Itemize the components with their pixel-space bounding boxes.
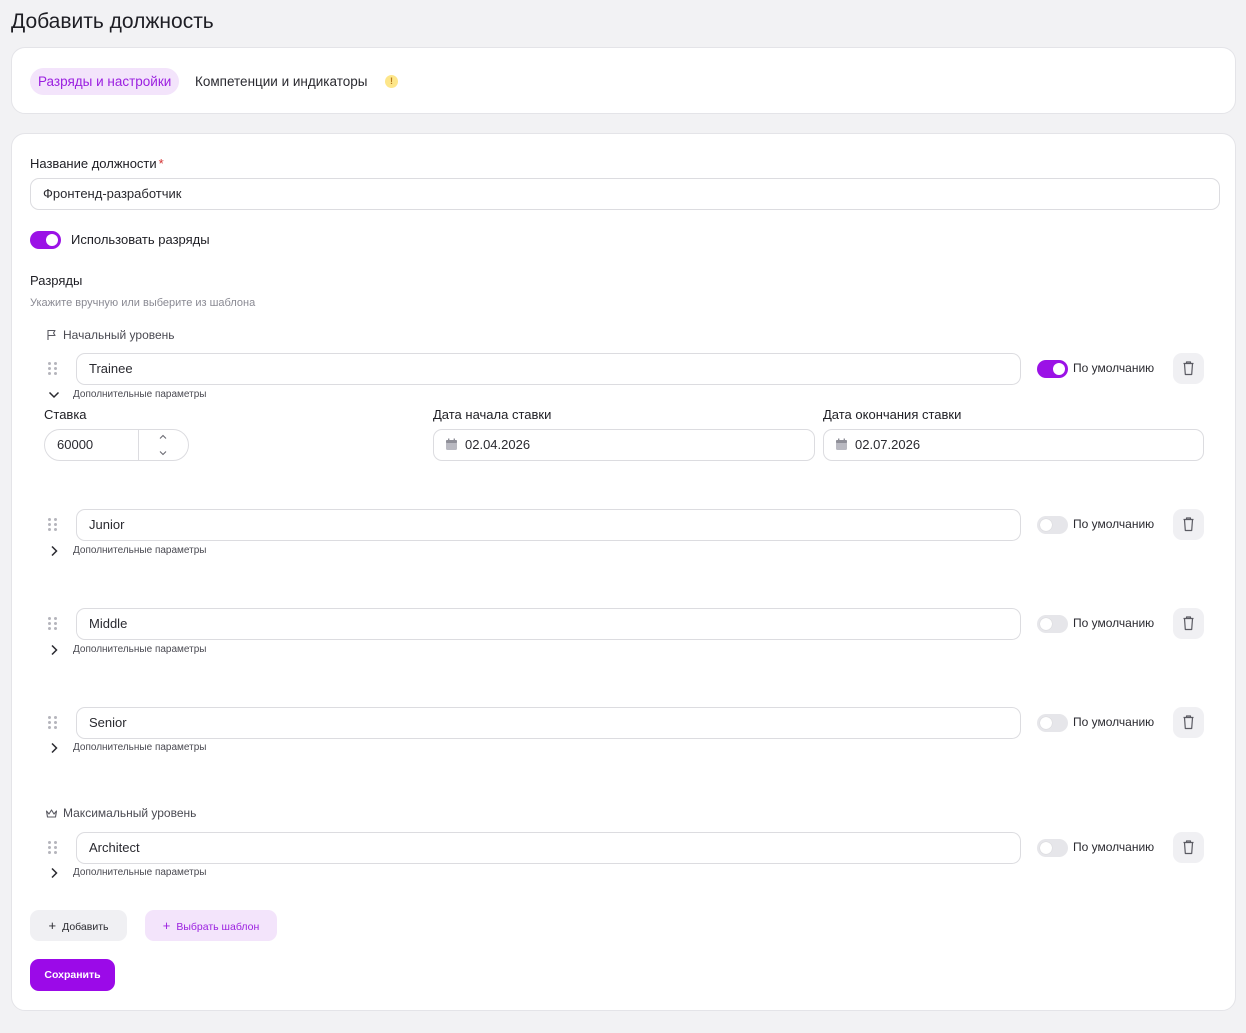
rate-label: Ставка [44, 407, 87, 422]
drag-handle-icon[interactable] [48, 518, 58, 532]
delete-grade-button[interactable] [1173, 707, 1204, 738]
toggle-knob [1053, 363, 1065, 375]
tab-grades-settings[interactable]: Разряды и настройки [30, 68, 180, 95]
max-level-label: Максимальный уровень [63, 806, 197, 820]
default-toggle[interactable] [1037, 714, 1068, 732]
save-button[interactable]: Сохранить [30, 959, 115, 991]
grade-name-input[interactable]: Trainee [76, 353, 1021, 385]
rate-end-date-input[interactable]: 02.07.2026 [823, 429, 1204, 461]
default-toggle[interactable] [1037, 516, 1068, 534]
rate-start-value: 02.04.2026 [465, 437, 531, 452]
default-toggle[interactable] [1037, 615, 1068, 633]
choose-template-button[interactable]: + Выбрать шаблон [145, 910, 277, 941]
chevron-up-icon[interactable] [158, 433, 168, 441]
delete-grade-button[interactable] [1173, 832, 1204, 863]
stepper-buttons [138, 430, 188, 460]
position-name-input[interactable]: Фронтенд-разработчик [30, 178, 1220, 210]
delete-grade-button[interactable] [1173, 509, 1204, 540]
calendar-icon [446, 438, 457, 450]
grades-title: Разряды [30, 273, 83, 288]
drag-handle-icon[interactable] [48, 617, 58, 631]
rate-stepper[interactable]: 60000 [44, 429, 189, 461]
grade-name-input[interactable]: Junior [76, 509, 1021, 541]
advanced-params-toggle[interactable]: Дополнительные параметры [73, 389, 206, 400]
trash-icon [1183, 616, 1194, 631]
crown-icon [45, 809, 58, 818]
toggle-knob [1040, 842, 1052, 854]
chevron-right-icon[interactable] [49, 545, 59, 557]
rate-start-date-input[interactable]: 02.04.2026 [433, 429, 815, 461]
grade-name-input[interactable]: Architect [76, 832, 1021, 864]
warning-icon: ! [385, 75, 398, 88]
position-name-label: Название должности * [30, 156, 164, 171]
grade-name-input[interactable]: Middle [76, 608, 1021, 640]
add-grade-label: Добавить [62, 921, 109, 933]
chevron-right-icon[interactable] [49, 742, 59, 754]
trash-icon [1183, 517, 1194, 532]
advanced-params-toggle[interactable]: Дополнительные параметры [73, 545, 206, 556]
chevron-right-icon[interactable] [49, 867, 59, 879]
grades-hint: Укажите вручную или выберите из шаблона [30, 297, 256, 309]
default-toggle[interactable] [1037, 360, 1068, 378]
flag-icon [47, 329, 56, 340]
calendar-icon [836, 438, 847, 450]
plus-icon: + [48, 918, 57, 933]
advanced-params-toggle[interactable]: Дополнительные параметры [73, 867, 206, 878]
position-name-label-text: Название должности [30, 156, 157, 171]
trash-icon [1183, 715, 1194, 730]
tab-competencies[interactable]: Компетенции и индикаторы [187, 68, 375, 95]
grade-name-input[interactable]: Senior [76, 707, 1021, 739]
start-level-label: Начальный уровень [63, 328, 175, 342]
default-label: По умолчанию [1073, 840, 1155, 854]
tabs-bar: Разряды и настройки Компетенции и индика… [11, 47, 1236, 114]
drag-handle-icon[interactable] [48, 716, 58, 730]
toggle-knob [46, 234, 58, 246]
required-mark: * [158, 156, 164, 171]
page-title: Добавить должность [11, 10, 214, 33]
drag-handle-icon[interactable] [48, 841, 58, 855]
advanced-params-toggle[interactable]: Дополнительные параметры [73, 644, 206, 655]
advanced-params-toggle[interactable]: Дополнительные параметры [73, 742, 206, 753]
rate-end-value: 02.07.2026 [855, 437, 921, 452]
default-label: По умолчанию [1073, 616, 1155, 630]
rate-end-label: Дата окончания ставки [823, 407, 962, 422]
chevron-down-icon[interactable] [158, 449, 168, 457]
default-toggle[interactable] [1037, 839, 1068, 857]
position-form: Название должности * Фронтенд-разработчик… [11, 133, 1236, 1011]
toggle-knob [1040, 717, 1052, 729]
add-grade-button[interactable]: + Добавить [30, 910, 127, 941]
toggle-knob [1040, 618, 1052, 630]
rate-value: 60000 [57, 437, 94, 452]
toggle-knob [1040, 519, 1052, 531]
use-grades-label: Использовать разряды [71, 232, 210, 247]
trash-icon [1183, 361, 1194, 376]
rate-start-label: Дата начала ставки [433, 407, 552, 422]
chevron-down-icon[interactable] [48, 390, 60, 400]
choose-template-label: Выбрать шаблон [176, 921, 260, 933]
use-grades-toggle[interactable] [30, 231, 61, 249]
default-label: По умолчанию [1073, 361, 1155, 375]
trash-icon [1183, 840, 1194, 855]
delete-grade-button[interactable] [1173, 608, 1204, 639]
default-label: По умолчанию [1073, 517, 1155, 531]
chevron-right-icon[interactable] [49, 644, 59, 656]
plus-icon: + [162, 918, 171, 933]
drag-handle-icon[interactable] [48, 362, 58, 376]
default-label: По умолчанию [1073, 715, 1155, 729]
delete-grade-button[interactable] [1173, 353, 1204, 384]
